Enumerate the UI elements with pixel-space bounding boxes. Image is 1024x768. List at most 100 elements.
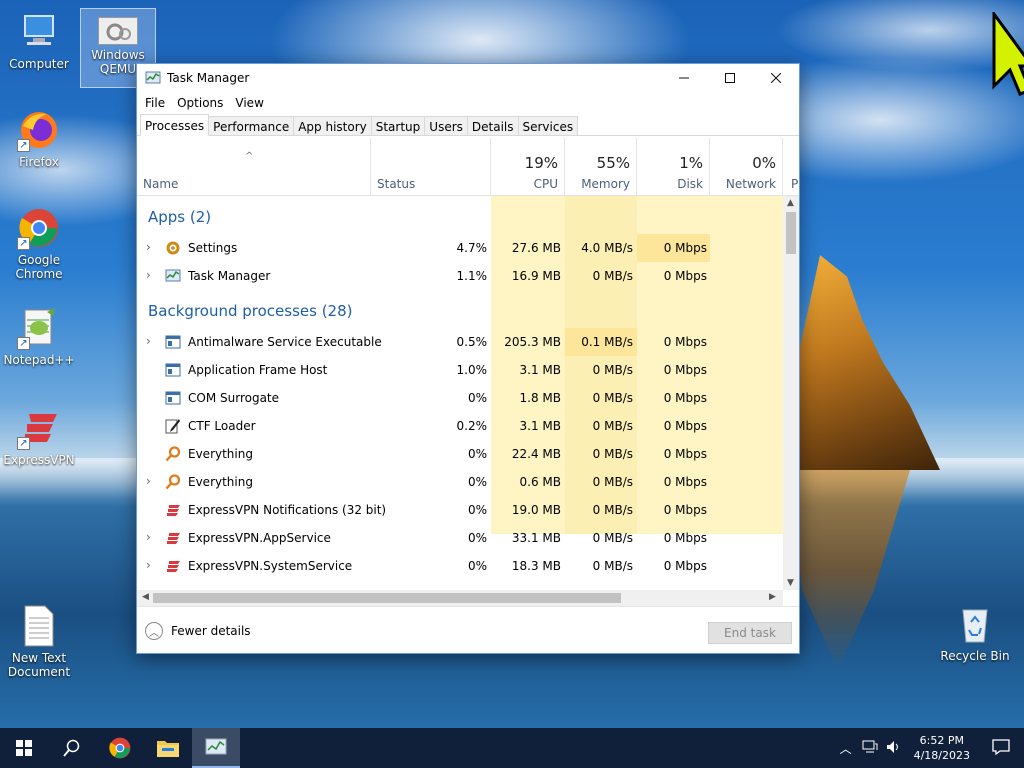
desktop-icon-new-text-document[interactable]: New Text Document — [1, 604, 77, 679]
search-button[interactable] — [48, 728, 96, 768]
process-disk-value: 0 MB/s — [592, 269, 633, 283]
windows-logo-icon — [16, 740, 32, 756]
column-header-status[interactable]: Status — [371, 138, 491, 196]
scroll-down-icon[interactable]: ▼ — [787, 578, 794, 588]
show-hidden-icons-chevron-icon[interactable]: ︿ — [834, 740, 858, 757]
process-row[interactable]: Everything 0% 22.4 MB 0 MB/s 0 Mbps — [137, 440, 783, 468]
tab-details[interactable]: Details — [466, 116, 519, 135]
tab-startup[interactable]: Startup — [370, 116, 426, 135]
desktop-icon-notepadpp[interactable]: ↗ Notepad++ — [1, 306, 77, 367]
process-disk-value: 0.1 MB/s — [581, 335, 633, 349]
close-icon — [771, 73, 781, 83]
column-header-power-partial[interactable]: P — [783, 138, 799, 196]
fewer-details-button[interactable]: ︿ Fewer details — [145, 622, 251, 640]
desktop-icon-label: ExpressVPN — [3, 453, 75, 467]
taskbar-task-manager-button[interactable] — [192, 728, 240, 768]
chrome-icon: ↗ — [17, 206, 61, 250]
title-bar[interactable]: Task Manager — [137, 64, 799, 92]
menu-file[interactable]: File — [139, 96, 171, 110]
desktop-icon-firefox[interactable]: ↗ Firefox — [1, 108, 77, 169]
task-manager-icon — [205, 738, 227, 755]
expressvpn-icon — [165, 558, 181, 574]
scroll-up-icon[interactable]: ▲ — [787, 198, 794, 208]
desktop-icon-chrome[interactable]: ↗ Google Chrome — [1, 206, 77, 281]
desktop-icon-label: Google Chrome — [15, 253, 63, 281]
tab-app-history[interactable]: App history — [293, 116, 372, 135]
process-name: ExpressVPN.AppService — [188, 531, 331, 545]
process-disk-value: 0 MB/s — [592, 559, 633, 573]
expand-chevron-icon[interactable]: › — [146, 558, 151, 572]
maximize-button[interactable] — [707, 64, 753, 92]
tab-processes[interactable]: Processes — [140, 114, 210, 136]
horizontal-scroll-thumb[interactable] — [153, 593, 621, 603]
column-header-cpu[interactable]: 19% CPU — [491, 138, 565, 196]
process-row[interactable]: › Task Manager 1.1% 16.9 MB 0 MB/s 0 Mbps — [137, 262, 783, 290]
group-header-apps[interactable]: Apps (2) — [148, 208, 211, 226]
expand-chevron-icon[interactable]: › — [146, 268, 151, 282]
scroll-left-icon[interactable]: ◀ — [142, 592, 149, 602]
computer-icon — [17, 10, 61, 54]
process-row[interactable]: › ExpressVPN.AppService 0% 33.1 MB 0 MB/s 0 M… — [137, 524, 783, 552]
process-memory-value: 3.1 MB — [519, 419, 561, 433]
folder-icon — [157, 741, 179, 757]
volume-icon[interactable] — [882, 740, 906, 757]
close-button[interactable] — [753, 64, 799, 92]
menu-options[interactable]: Options — [171, 96, 229, 110]
vertical-scrollbar[interactable]: ▲ ▼ — [783, 196, 799, 590]
taskbar: ︿ 6:52 PM 4/18/2023 — [0, 728, 1024, 768]
shortcut-arrow-icon: ↗ — [17, 139, 30, 152]
process-name: Application Frame Host — [188, 363, 328, 377]
process-row[interactable]: › ExpressVPN.SystemService 0% 18.3 MB 0 MB/s… — [137, 552, 783, 580]
expand-chevron-icon[interactable]: › — [146, 474, 151, 488]
magnifier-icon — [165, 446, 181, 462]
tab-performance[interactable]: Performance — [208, 116, 295, 135]
process-memory-value: 27.6 MB — [511, 241, 561, 255]
vertical-scroll-thumb[interactable] — [786, 212, 796, 254]
process-name: Everything — [188, 447, 253, 461]
desktop-icon-recycle-bin[interactable]: Recycle Bin — [937, 602, 1013, 663]
desktop-icon-computer[interactable]: Computer — [1, 10, 77, 71]
menu-view[interactable]: View — [229, 96, 269, 110]
minimize-button[interactable] — [661, 64, 707, 92]
taskbar-chrome-button[interactable] — [96, 728, 144, 768]
scroll-right-icon[interactable]: ▶ — [769, 592, 776, 602]
desktop-icon-label: Computer — [9, 57, 69, 71]
process-network-value: 0 Mbps — [663, 391, 707, 405]
process-row[interactable]: › Antimalware Service Executable 0.5% 205.3… — [137, 328, 783, 356]
process-row[interactable]: ExpressVPN Notifications (32 bit) 0% 19.0 … — [137, 496, 783, 524]
task-manager-window: Task Manager File Options View Processes… — [136, 63, 800, 654]
desktop-icon-expressvpn[interactable]: ↗ ExpressVPN — [1, 406, 77, 467]
gear-settings-icon — [98, 17, 138, 45]
process-row[interactable]: › Everything 0% 0.6 MB 0 MB/s 0 Mbps — [137, 468, 783, 496]
process-network-value: 0 Mbps — [663, 419, 707, 433]
group-header-background[interactable]: Background processes (28) — [148, 302, 353, 320]
expand-chevron-icon[interactable]: › — [146, 240, 151, 254]
start-button[interactable] — [0, 728, 48, 768]
horizontal-scrollbar[interactable]: ◀ ▶ — [137, 590, 783, 606]
expand-chevron-icon[interactable]: › — [146, 530, 151, 544]
process-row[interactable]: COM Surrogate 0% 1.8 MB 0 MB/s 0 Mbps — [137, 384, 783, 412]
window-title: Task Manager — [167, 71, 250, 85]
column-header-name[interactable]: ^ Name — [137, 138, 371, 196]
expressvpn-icon: ↗ — [17, 406, 61, 450]
column-header-disk[interactable]: 1% Disk — [637, 138, 710, 196]
tab-services[interactable]: Services — [517, 116, 579, 135]
process-network-value: 0 Mbps — [663, 503, 707, 517]
tab-users[interactable]: Users — [424, 116, 468, 135]
process-row[interactable]: CTF Loader 0.2% 3.1 MB 0 MB/s 0 Mbps — [137, 412, 783, 440]
process-grid: ^ Name Status 19% CPU 55% Memory 1% Disk… — [137, 138, 799, 590]
clock[interactable]: 6:52 PM 4/18/2023 — [914, 733, 970, 763]
chevron-up-icon: ︿ — [145, 622, 163, 640]
column-header-network[interactable]: 0% Network — [710, 138, 783, 196]
process-row[interactable]: Application Frame Host 1.0% 3.1 MB 0 MB/s 0 … — [137, 356, 783, 384]
network-icon[interactable] — [858, 740, 882, 757]
column-header-memory[interactable]: 55% Memory — [565, 138, 637, 196]
process-network-value: 0 Mbps — [663, 335, 707, 349]
action-center-button[interactable] — [984, 738, 1024, 758]
process-memory-value: 16.9 MB — [511, 269, 561, 283]
end-task-button[interactable]: End task — [708, 622, 792, 644]
process-row[interactable]: › Settings 4.7% 27.6 MB 4.0 MB/s 0 Mbps — [137, 234, 783, 262]
expand-chevron-icon[interactable]: › — [146, 334, 151, 348]
wallpaper-reflection — [790, 470, 910, 670]
taskbar-file-explorer-button[interactable] — [144, 728, 192, 768]
